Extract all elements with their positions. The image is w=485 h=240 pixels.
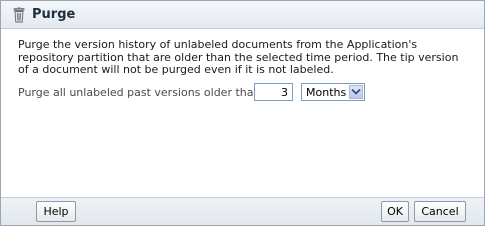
dialog-body: Purge the version history of unlabeled d… bbox=[18, 38, 468, 101]
ok-button[interactable]: OK bbox=[381, 201, 409, 222]
purge-description: Purge the version history of unlabeled d… bbox=[18, 38, 459, 76]
dialog-titlebar: Purge bbox=[1, 1, 484, 29]
dialog-title: Purge bbox=[32, 7, 76, 22]
dialog-footer: Help OK Cancel bbox=[1, 197, 484, 225]
trash-bin-icon bbox=[11, 7, 27, 23]
purge-age-input[interactable]: 3 bbox=[254, 83, 293, 101]
help-button[interactable]: Help bbox=[36, 201, 76, 222]
purge-age-row: Purge all unlabeled past versions older … bbox=[18, 83, 468, 101]
purge-age-label: Purge all unlabeled past versions older … bbox=[18, 86, 268, 99]
purge-dialog: Purge Purge the version history of unlab… bbox=[0, 0, 485, 226]
chevron-down-icon[interactable] bbox=[349, 85, 363, 99]
time-unit-select[interactable]: Months bbox=[301, 83, 365, 101]
cancel-button[interactable]: Cancel bbox=[414, 201, 466, 222]
time-unit-value: Months bbox=[306, 86, 347, 99]
